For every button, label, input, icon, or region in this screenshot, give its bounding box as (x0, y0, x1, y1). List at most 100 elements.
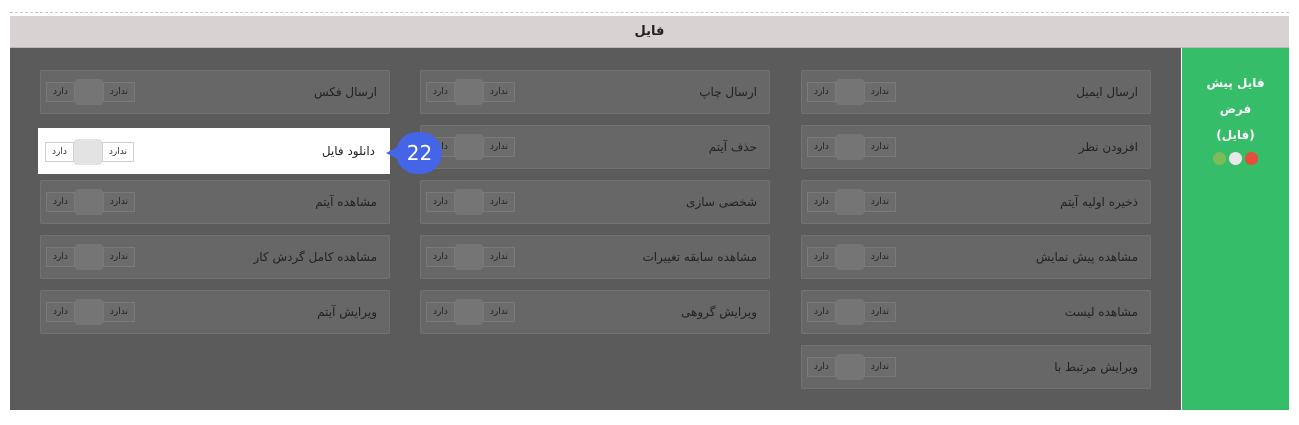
toggle-yes-option[interactable]: دارد (426, 82, 455, 102)
permission-toggle[interactable]: دارد ندارد (46, 244, 135, 270)
red-dot-icon[interactable] (1245, 152, 1258, 165)
toggle-yes-option[interactable]: دارد (46, 302, 75, 322)
permission-row: مشاهده آیتم دارد ندارد (40, 180, 390, 224)
toggle-no-option[interactable]: ندارد (863, 82, 896, 102)
panel-title-line3: (فایل) (1216, 128, 1255, 142)
toggle-yes-option[interactable]: دارد (46, 247, 75, 267)
permission-row: حذف آیتم دارد ندارد (420, 125, 770, 169)
toggle-knob[interactable] (454, 299, 483, 325)
toggle-no-option[interactable]: ندارد (102, 82, 135, 102)
toggle-knob[interactable] (835, 189, 864, 215)
toggle-knob[interactable] (835, 299, 864, 325)
toggle-no-option[interactable]: ندارد (102, 247, 135, 267)
permission-row: افزودن نظر دارد ندارد (801, 125, 1151, 169)
permission-label: افزودن نظر (1078, 140, 1138, 154)
permission-label: حذف آیتم (708, 140, 757, 154)
toggle-yes-option[interactable]: دارد (807, 357, 836, 377)
permission-toggle[interactable]: دارد ندارد (426, 244, 515, 270)
permission-toggle[interactable]: دارد ندارد (807, 354, 896, 380)
toggle-knob[interactable] (454, 134, 483, 160)
toggle-knob[interactable] (74, 79, 103, 105)
permission-label: مشاهده پیش نمایش (1035, 250, 1138, 264)
toggle-no-option[interactable]: ندارد (102, 302, 135, 322)
toggle-yes-option[interactable]: دارد (807, 247, 836, 267)
permission-toggle[interactable]: دارد ندارد (426, 299, 515, 325)
permission-row: مشاهده کامل گردش کار دارد ندارد (40, 235, 390, 279)
permission-toggle[interactable]: دارد ندارد (46, 299, 135, 325)
toggle-no-option[interactable]: ندارد (863, 357, 896, 377)
permission-toggle[interactable]: دارد ندارد (46, 79, 135, 105)
toggle-knob[interactable] (454, 79, 483, 105)
permission-label: ارسال فکس (313, 85, 377, 99)
permission-row: مشاهده پیش نمایش دارد ندارد (801, 235, 1151, 279)
toggle-yes-option[interactable]: دارد (46, 82, 75, 102)
toggle-no-option[interactable]: ندارد (482, 137, 515, 157)
status-dots (1182, 152, 1289, 165)
permission-label: مشاهده آیتم (315, 195, 377, 209)
permission-label: مشاهده لیست (1064, 305, 1138, 319)
panel-title-line2: فرض (1219, 102, 1252, 116)
toggle-knob[interactable] (835, 79, 864, 105)
toggle-no-option[interactable]: ندارد (482, 302, 515, 322)
toggle-yes-option[interactable]: دارد (426, 247, 455, 267)
toggle-knob[interactable] (74, 244, 103, 270)
permission-row: ویرایش مرتبط با دارد ندارد (801, 345, 1151, 389)
toggle-no-option[interactable]: ندارد (101, 142, 134, 162)
permission-toggle[interactable]: دارد ندارد (426, 189, 515, 215)
section-header: فایل (10, 16, 1289, 48)
permission-toggle[interactable]: دارد ندارد (45, 139, 134, 165)
toggle-yes-option[interactable]: دارد (46, 192, 75, 212)
permission-row: ذخیره اولیه آیتم دارد ندارد (801, 180, 1151, 224)
toggle-knob[interactable] (454, 189, 483, 215)
toggle-knob[interactable] (835, 354, 864, 380)
permission-row: ارسال ایمیل دارد ندارد (801, 70, 1151, 114)
toggle-yes-option[interactable]: دارد (807, 192, 836, 212)
permission-toggle[interactable]: دارد ندارد (807, 189, 896, 215)
permission-label: ویرایش آیتم (317, 305, 377, 319)
toggle-knob[interactable] (74, 299, 103, 325)
permission-toggle[interactable]: دارد ندارد (807, 79, 896, 105)
green-dot-icon[interactable] (1213, 152, 1226, 165)
permission-toggle[interactable]: دارد ندارد (807, 244, 896, 270)
default-file-panel[interactable]: فایل پیش فرض (فایل) (1182, 48, 1289, 410)
toggle-no-option[interactable]: ندارد (863, 192, 896, 212)
toggle-yes-option[interactable]: دارد (426, 302, 455, 322)
toggle-yes-option[interactable]: دارد (807, 82, 836, 102)
permission-label: مشاهده سابقه تغییرات (642, 250, 757, 264)
toggle-no-option[interactable]: ندارد (482, 247, 515, 267)
permission-row: مشاهده لیست دارد ندارد (801, 290, 1151, 334)
top-divider (10, 12, 1289, 13)
permission-label: ذخیره اولیه آیتم (1059, 195, 1138, 209)
permission-label: مشاهده کامل گردش کار (253, 250, 377, 264)
permission-row: ارسال فکس دارد ندارد (40, 70, 390, 114)
toggle-knob[interactable] (835, 244, 864, 270)
permission-label: ویرایش مرتبط با (1054, 360, 1138, 374)
toggle-no-option[interactable]: ندارد (863, 302, 896, 322)
permission-toggle[interactable]: دارد ندارد (46, 189, 135, 215)
toggle-yes-option[interactable]: دارد (45, 142, 74, 162)
white-dot-icon[interactable] (1229, 152, 1242, 165)
toggle-no-option[interactable]: ندارد (482, 82, 515, 102)
panel-title-line1: فایل پیش (1206, 76, 1265, 90)
toggle-knob[interactable] (73, 139, 102, 165)
permission-toggle[interactable]: دارد ندارد (807, 299, 896, 325)
toggle-knob[interactable] (454, 244, 483, 270)
toggle-yes-option[interactable]: دارد (807, 137, 836, 157)
toggle-yes-option[interactable]: دارد (426, 192, 455, 212)
toggle-knob[interactable] (74, 189, 103, 215)
permission-row: مشاهده سابقه تغییرات دارد ندارد (420, 235, 770, 279)
toggle-no-option[interactable]: ندارد (863, 137, 896, 157)
toggle-no-option[interactable]: ندارد (102, 192, 135, 212)
permission-toggle[interactable]: دارد ندارد (807, 134, 896, 160)
permission-row: شخصی سازی دارد ندارد (420, 180, 770, 224)
permission-row-download-file: دانلود فایل دارد ندارد (38, 128, 390, 174)
toggle-no-option[interactable]: ندارد (863, 247, 896, 267)
permission-label: ویرایش گروهی (680, 305, 757, 319)
permission-toggle[interactable]: دارد ندارد (426, 79, 515, 105)
permission-label: ارسال ایمیل (1076, 85, 1138, 99)
permission-label: ارسال چاپ (699, 85, 757, 99)
toggle-no-option[interactable]: ندارد (482, 192, 515, 212)
permission-label: دانلود فایل (321, 144, 375, 158)
toggle-yes-option[interactable]: دارد (807, 302, 836, 322)
toggle-knob[interactable] (835, 134, 864, 160)
